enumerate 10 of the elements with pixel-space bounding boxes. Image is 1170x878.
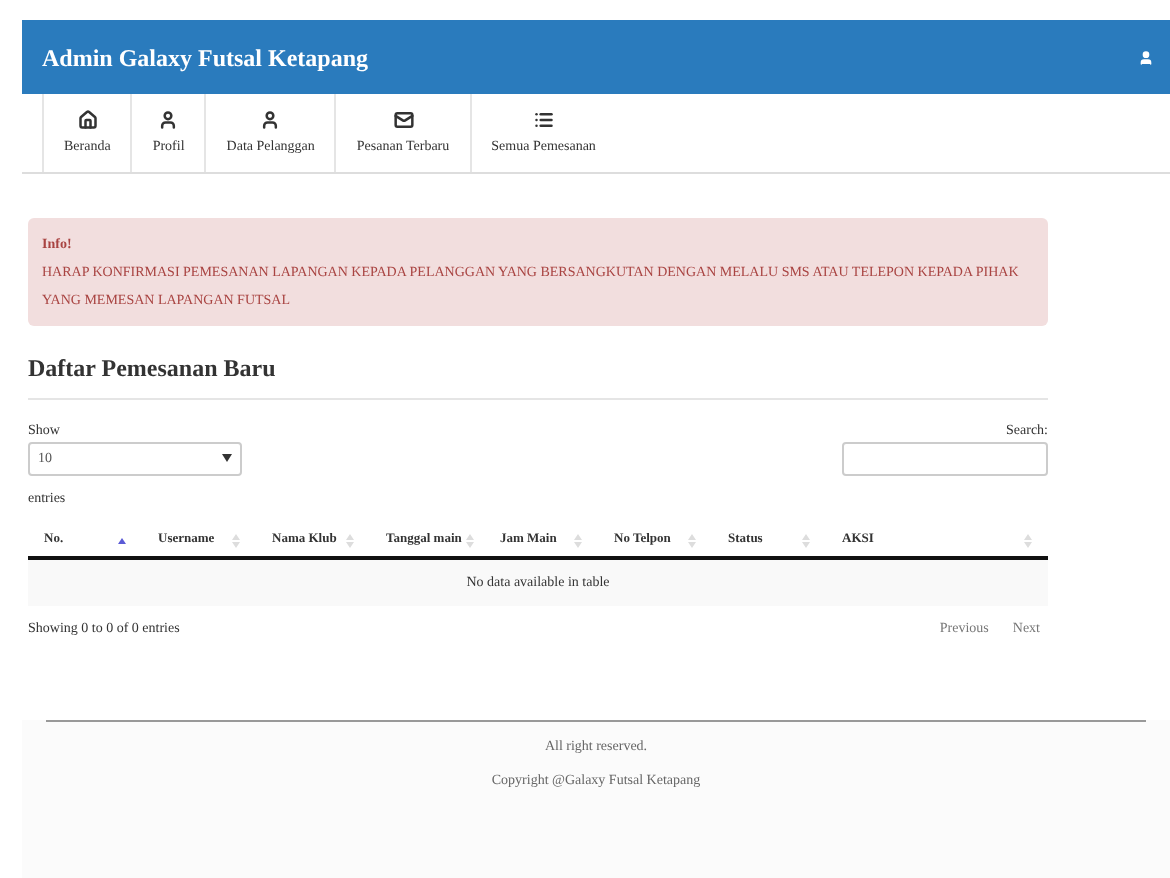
user-icon[interactable] bbox=[1138, 49, 1154, 65]
list-icon bbox=[533, 109, 554, 130]
user-icon bbox=[158, 109, 179, 130]
section-title: Daftar Pemesanan Baru bbox=[28, 350, 1048, 400]
caret-icon bbox=[222, 454, 232, 462]
search-field[interactable] bbox=[842, 441, 1048, 475]
user-icon bbox=[260, 109, 281, 130]
envelope-icon bbox=[393, 109, 414, 130]
app-title: Admin Galaxy Futsal Ketapang bbox=[42, 41, 369, 75]
home-icon bbox=[77, 109, 98, 130]
